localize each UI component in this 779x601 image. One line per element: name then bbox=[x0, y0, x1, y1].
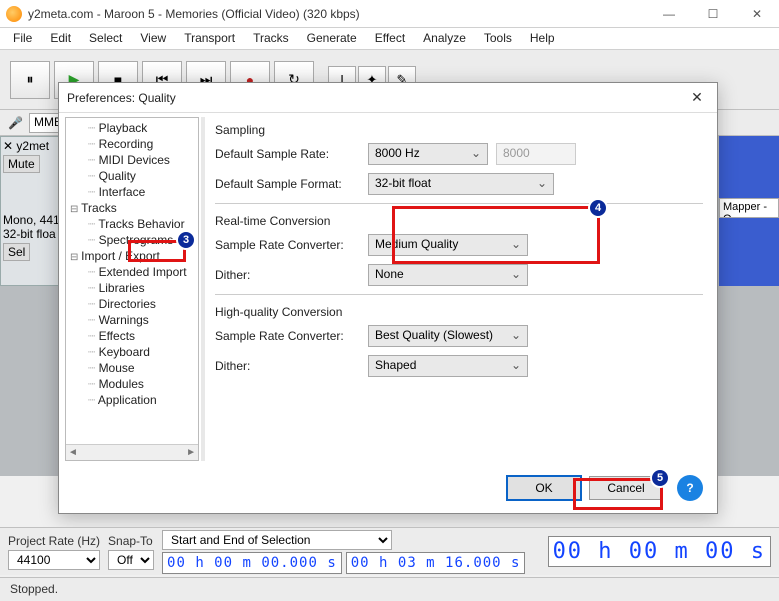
titlebar: y2meta.com - Maroon 5 - Memories (Offici… bbox=[0, 0, 779, 28]
snap-to-combo[interactable]: Off bbox=[108, 550, 154, 570]
help-button[interactable]: ? bbox=[677, 475, 703, 501]
tree-item-interface[interactable]: Interface bbox=[68, 184, 198, 200]
group-realtime: Real-time Conversion bbox=[215, 214, 703, 228]
hq-converter-label: Sample Rate Converter: bbox=[215, 329, 360, 343]
menu-generate[interactable]: Generate bbox=[298, 28, 366, 49]
default-sample-format-combo[interactable]: 32-bit float bbox=[368, 173, 554, 195]
preferences-dialog: Preferences: Quality ✕ PlaybackRecording… bbox=[58, 82, 718, 514]
tree-item-tracks-behavior[interactable]: Tracks Behavior bbox=[68, 216, 198, 232]
selection-mode-combo[interactable]: Start and End of Selection bbox=[162, 530, 392, 550]
cancel-button[interactable]: Cancel bbox=[589, 476, 663, 500]
rt-converter-combo[interactable]: Medium Quality bbox=[368, 234, 528, 256]
default-sample-rate-combo[interactable]: 8000 Hz bbox=[368, 143, 488, 165]
dialog-title: Preferences: Quality bbox=[67, 91, 685, 105]
rt-dither-combo[interactable]: None bbox=[368, 264, 528, 286]
selection-start[interactable]: 00 h 00 m 00.000 s bbox=[162, 552, 342, 574]
selection-end[interactable]: 00 h 03 m 16.000 s bbox=[346, 552, 526, 574]
menu-help[interactable]: Help bbox=[521, 28, 564, 49]
tree-item-directories[interactable]: Directories bbox=[68, 296, 198, 312]
preferences-panel: Sampling Default Sample Rate: 8000 Hz 80… bbox=[205, 113, 717, 465]
tree-item-extended-import[interactable]: Extended Import bbox=[68, 264, 198, 280]
mic-icon: 🎤 bbox=[8, 116, 23, 130]
menu-analyze[interactable]: Analyze bbox=[414, 28, 475, 49]
tree-item-modules[interactable]: Modules bbox=[68, 376, 198, 392]
group-highq: High-quality Conversion bbox=[215, 305, 703, 319]
tree-item-keyboard[interactable]: Keyboard bbox=[68, 344, 198, 360]
menu-file[interactable]: File bbox=[4, 28, 41, 49]
group-sampling: Sampling bbox=[215, 123, 703, 137]
tree-item-libraries[interactable]: Libraries bbox=[68, 280, 198, 296]
default-sample-format-label: Default Sample Format: bbox=[215, 177, 360, 191]
hq-dither-label: Dither: bbox=[215, 359, 360, 373]
tree-item-recording[interactable]: Recording bbox=[68, 136, 198, 152]
mute-button[interactable]: Mute bbox=[3, 155, 40, 173]
menu-view[interactable]: View bbox=[131, 28, 175, 49]
ok-button[interactable]: OK bbox=[507, 476, 581, 500]
tree-item-midi-devices[interactable]: MIDI Devices bbox=[68, 152, 198, 168]
output-device-combo[interactable]: Mapper - O bbox=[719, 198, 779, 218]
hq-converter-combo[interactable]: Best Quality (Slowest) bbox=[368, 325, 528, 347]
menu-edit[interactable]: Edit bbox=[41, 28, 80, 49]
tree-item-playback[interactable]: Playback bbox=[68, 120, 198, 136]
tree-item-spectrograms[interactable]: Spectrograms bbox=[68, 232, 198, 248]
dialog-close-button[interactable]: ✕ bbox=[685, 86, 709, 110]
rt-converter-label: Sample Rate Converter: bbox=[215, 238, 360, 252]
window-title: y2meta.com - Maroon 5 - Memories (Offici… bbox=[28, 7, 647, 21]
menu-tools[interactable]: Tools bbox=[475, 28, 521, 49]
menubar: File Edit Select View Transport Tracks G… bbox=[0, 28, 779, 50]
project-rate-label: Project Rate (Hz) bbox=[8, 534, 100, 548]
snap-to-label: Snap-To bbox=[108, 534, 154, 548]
audio-position[interactable]: 00 h 00 m 00 s bbox=[548, 536, 771, 567]
menu-select[interactable]: Select bbox=[80, 28, 131, 49]
tree-item-import-export[interactable]: Import / Export bbox=[68, 248, 198, 264]
tree-item-application[interactable]: Application bbox=[68, 392, 198, 408]
close-button[interactable]: ✕ bbox=[735, 0, 779, 28]
menu-transport[interactable]: Transport bbox=[175, 28, 244, 49]
app-logo-icon bbox=[6, 6, 22, 22]
tree-item-mouse[interactable]: Mouse bbox=[68, 360, 198, 376]
tree-item-quality[interactable]: Quality bbox=[68, 168, 198, 184]
status-bar: Stopped. bbox=[0, 577, 779, 601]
menu-tracks[interactable]: Tracks bbox=[244, 28, 298, 49]
minimize-button[interactable]: — bbox=[647, 0, 691, 28]
menu-effect[interactable]: Effect bbox=[366, 28, 414, 49]
tree-item-warnings[interactable]: Warnings bbox=[68, 312, 198, 328]
selection-toolbar: Project Rate (Hz) 44100 Snap-To Off Star… bbox=[0, 527, 779, 575]
track-select-button[interactable]: Sel bbox=[3, 243, 30, 261]
default-sample-rate-text[interactable]: 8000 bbox=[496, 143, 576, 165]
default-sample-rate-label: Default Sample Rate: bbox=[215, 147, 360, 161]
hq-dither-combo[interactable]: Shaped bbox=[368, 355, 528, 377]
preferences-tree[interactable]: PlaybackRecordingMIDI DevicesQualityInte… bbox=[65, 117, 199, 461]
rt-dither-label: Dither: bbox=[215, 268, 360, 282]
project-rate-combo[interactable]: 44100 bbox=[8, 550, 100, 570]
maximize-button[interactable]: ☐ bbox=[691, 0, 735, 28]
pause-button[interactable]: ⏸ bbox=[10, 61, 50, 99]
tree-item-tracks[interactable]: Tracks bbox=[68, 200, 198, 216]
tree-scrollbar[interactable]: ◄► bbox=[66, 444, 198, 460]
tree-item-effects[interactable]: Effects bbox=[68, 328, 198, 344]
track-name: y2met bbox=[16, 139, 49, 153]
